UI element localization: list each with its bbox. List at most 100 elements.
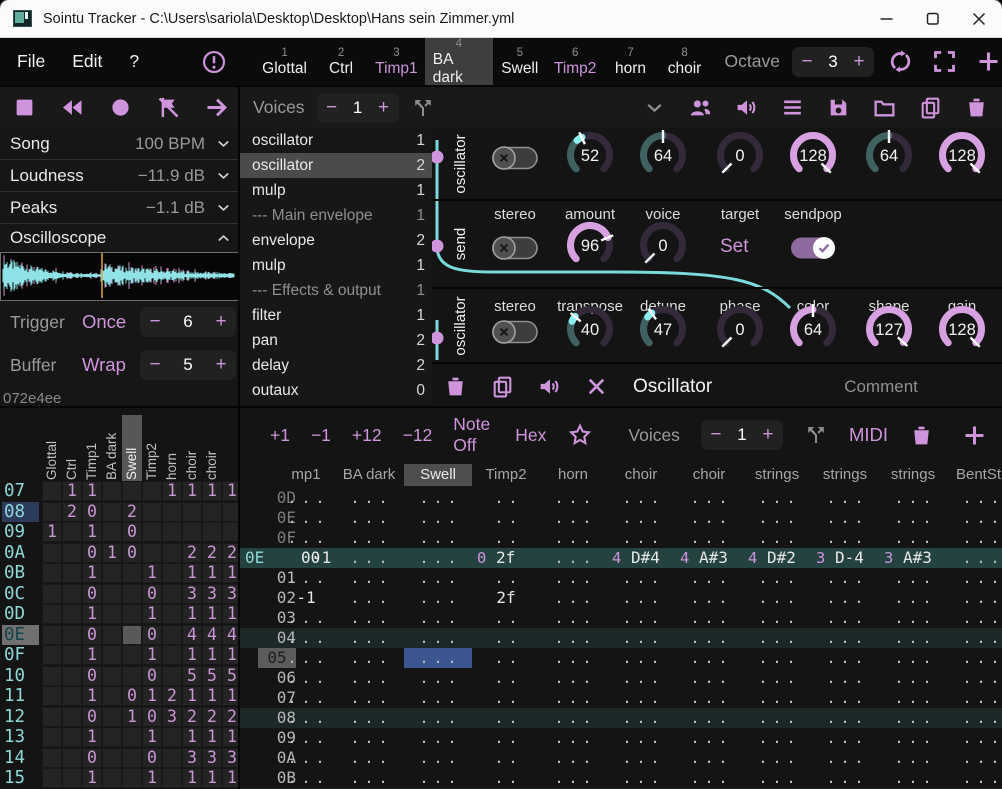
knob-gain-128[interactable]: 128 [935,304,989,365]
note-cell[interactable]: ... [539,588,607,608]
order-cell[interactable] [42,543,62,563]
order-cell[interactable]: 0 [122,686,142,706]
note-cell[interactable]: ... [743,688,811,708]
knob-param-0[interactable]: 0 [713,130,767,191]
note-cell[interactable]: ... [811,708,879,728]
order-cell[interactable] [182,522,202,542]
note-cell[interactable]: ... [743,648,811,668]
close-button[interactable] [956,0,1002,37]
order-cell[interactable] [62,707,82,727]
note-cell[interactable]: ... [947,668,1002,688]
note-cell[interactable]: ... [404,648,472,668]
rewind-button[interactable] [59,94,86,121]
note-cell[interactable]: ... [675,628,743,648]
note-track-header-ba-dark[interactable]: BA dark [335,464,403,486]
order-cell[interactable]: 1 [182,604,202,624]
order-row-label-09[interactable]: 09 [2,522,39,542]
order-cell[interactable] [182,502,202,522]
toggle-stereo-off[interactable] [491,235,539,266]
note-cell[interactable]: ... [272,688,340,708]
order-cell[interactable]: 1 [182,481,202,501]
voices-decrement-button[interactable]: − [319,93,345,123]
note-cell[interactable]: ... [811,568,879,588]
note-cell[interactable]: .. [472,708,540,728]
order-cell[interactable]: 1 [142,645,162,665]
note-cell[interactable]: ... [675,588,743,608]
note-cell[interactable]: ... [272,528,340,548]
note-cell[interactable]: .. [472,668,540,688]
note-cell[interactable]: ... [404,528,472,548]
note-cell[interactable]: ... [811,768,879,788]
order-cell[interactable] [42,686,62,706]
note-cell[interactable]: ... [404,708,472,728]
unit-list-item-outaux[interactable]: outaux0 [240,378,432,403]
note-cell[interactable]: ... [879,648,947,668]
order-cell[interactable]: 1 [142,604,162,624]
order-row-label-0B[interactable]: 0B [2,563,39,583]
order-cell[interactable] [42,666,62,686]
note-cell[interactable]: ... [539,568,607,588]
note-cell[interactable]: ... [947,628,1002,648]
order-cell[interactable]: 0 [142,625,162,645]
note-track-header-choir[interactable]: choir [675,464,743,486]
note-cell[interactable]: ... [879,488,947,508]
order-cell[interactable] [42,481,62,501]
order-cell[interactable] [162,584,182,604]
order-cell[interactable] [122,748,142,768]
order-cell[interactable] [102,584,122,604]
delete-track-button[interactable] [909,423,934,448]
unit-list-item-oscillator[interactable]: oscillator1 [240,128,432,153]
note-cell[interactable]: ... [879,768,947,788]
copy-instrument-button[interactable] [918,95,943,120]
note-cell[interactable]: ... [879,748,947,768]
order-cell[interactable]: 3 [182,748,202,768]
note-track-header-timp2[interactable]: Timp2 [472,464,540,486]
note-cell[interactable]: ... [811,488,879,508]
copy-unit-button[interactable] [490,374,515,399]
note-cell[interactable]: .. [472,648,540,668]
order-cell[interactable] [202,522,222,542]
note-cell[interactable]: ... [404,568,472,588]
note-cell[interactable]: ... [811,628,879,648]
order-cell[interactable] [62,768,82,788]
add-track-column-button[interactable] [961,422,988,449]
note-cell[interactable]: ... [607,588,675,608]
note-cell[interactable]: ... [335,548,403,568]
order-cell[interactable]: 1 [202,563,222,583]
note-cell[interactable]: ... [743,708,811,728]
note-cell[interactable]: ... [675,768,743,788]
order-cell[interactable]: 4 [182,625,202,645]
note-cell[interactable]: ... [675,668,743,688]
note-cell[interactable]: ... [607,628,675,648]
play-button[interactable] [203,94,230,121]
order-cell[interactable] [42,645,62,665]
order-cell[interactable] [142,502,162,522]
note-cell[interactable]: ... [404,508,472,528]
order-cell[interactable] [162,502,182,522]
unit-list-item-mulp[interactable]: mulp1 [240,178,432,203]
order-row-label-0A[interactable]: 0A [2,543,39,563]
order-cell[interactable] [122,666,142,686]
order-cell[interactable]: 1 [82,727,102,747]
knob-phase-0[interactable]: 0 [713,304,767,365]
order-cell[interactable]: 0 [82,625,102,645]
note-cell[interactable]: ... [272,568,340,588]
note-cell[interactable]: ... [743,768,811,788]
favorite-pattern-button[interactable] [567,422,593,448]
fullscreen-button[interactable] [931,48,958,75]
note-cell[interactable]: .. [472,568,540,588]
note-cell[interactable]: ... [404,548,472,568]
note-cell[interactable]: ... [879,588,947,608]
order-cell[interactable]: 0 [82,748,102,768]
note-cell[interactable]: ... [272,608,340,628]
note-cell[interactable]: ... [743,488,811,508]
order-cell[interactable] [62,727,82,747]
order-cell[interactable] [122,584,142,604]
order-cell[interactable]: 1 [122,707,142,727]
order-cell[interactable] [102,563,122,583]
track-voices-decrement-button[interactable]: − [703,420,729,450]
note-cell[interactable]: .. [472,628,540,648]
order-cell[interactable] [102,768,122,788]
track-tab-ba-dark[interactable]: 4BA dark [425,38,493,85]
order-cell[interactable]: 2 [122,502,142,522]
